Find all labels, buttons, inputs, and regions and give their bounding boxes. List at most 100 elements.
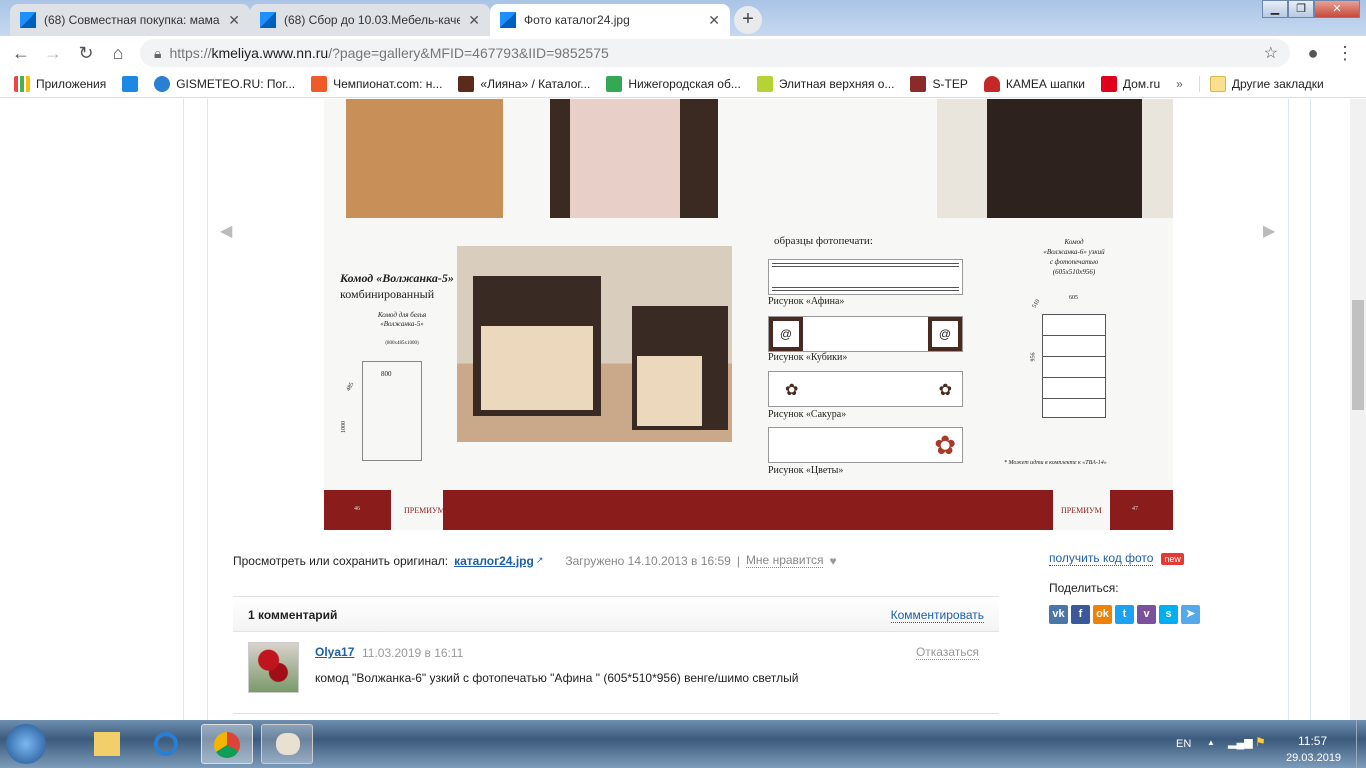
paint-taskbar-icon[interactable] <box>261 724 313 764</box>
bookmark-label: Дом.ru <box>1122 76 1161 91</box>
chrome-taskbar-icon[interactable] <box>201 724 253 764</box>
new-badge: new <box>1161 552 1184 565</box>
bookmark-star-icon[interactable]: ☆ <box>1264 43 1278 63</box>
site-icon <box>122 75 139 92</box>
comments-header: 1 комментарий Комментировать <box>233 596 999 632</box>
add-comment-link[interactable]: Комментировать <box>890 608 984 623</box>
next-photo-arrow-icon[interactable]: ▶ <box>1263 221 1275 241</box>
internet-explorer-taskbar-icon[interactable] <box>140 724 192 764</box>
action-center-flag-icon[interactable]: ⚑ <box>1255 735 1266 749</box>
red-footer-band <box>443 490 1053 530</box>
bookmark-domru[interactable]: Дом.ru <box>1100 75 1161 92</box>
bookmark-label: Чемпионат.com: н... <box>333 76 443 91</box>
maximize-button[interactable]: ❐ <box>1288 0 1314 18</box>
minimize-button[interactable]: ▁ <box>1262 0 1288 18</box>
dresser-photo-dark <box>937 99 1173 218</box>
brand-logo: ПРЕМИУМ <box>404 506 445 515</box>
product-subtitle: комбинированный <box>340 287 435 301</box>
clock-time[interactable]: 11:57 <box>1298 734 1327 748</box>
product-desc: Комод для белья <box>377 311 427 319</box>
upload-date: Загружено 14.10.2013 в 16:59 <box>565 553 731 568</box>
close-tab-icon[interactable]: ✕ <box>228 12 240 29</box>
external-link-icon: ↗ <box>535 555 544 565</box>
dim-label: 956 <box>1030 352 1037 362</box>
bookmark-nn-region[interactable]: Нижегородская об... <box>606 75 741 92</box>
prev-photo-arrow-icon[interactable]: ◀ <box>220 221 232 241</box>
browser-tab-strip: (68) Совместная покупка: мама ✕ (68) Сбор… <box>0 0 1366 36</box>
viber-share-icon[interactable]: v <box>1137 605 1156 624</box>
menu-icon[interactable]: ⋮ <box>1334 42 1356 64</box>
tab-2[interactable]: (68) Сбор до 10.03.Мебель-каче ✕ <box>250 4 490 36</box>
divider <box>183 99 184 720</box>
bookmark-step[interactable]: S-TEP <box>910 75 968 92</box>
bookmark-gismeteo[interactable]: GISMETEO.RU: Пог... <box>154 75 295 92</box>
show-desktop-button[interactable] <box>1356 720 1366 768</box>
facebook-share-icon[interactable]: f <box>1071 605 1090 624</box>
bookmark-championat[interactable]: Чемпионат.com: н... <box>311 75 443 92</box>
product-dims: (800x485x1000) <box>385 341 419 346</box>
bookmark-elite[interactable]: Элитная верхняя о... <box>756 75 895 92</box>
drop-icon <box>154 75 171 92</box>
reload-icon[interactable]: ↻ <box>75 42 97 64</box>
original-file-link[interactable]: каталог24.jpg <box>454 554 534 568</box>
close-tab-icon[interactable]: ✕ <box>708 12 720 29</box>
skype-share-icon[interactable]: s <box>1159 605 1178 624</box>
twitter-share-icon[interactable]: t <box>1115 605 1134 624</box>
divider <box>1310 99 1311 720</box>
brand-logo: ПРЕМИУМ <box>1061 506 1102 515</box>
comment-text: комод "Волжанка-6" узкий с фотопечатью "… <box>315 671 799 685</box>
other-bookmarks[interactable]: Другие закладки <box>1198 75 1324 92</box>
forward-icon[interactable]: → <box>42 42 64 64</box>
get-photo-code-link[interactable]: получить код фото <box>1049 551 1154 566</box>
narrow-dresser-title: Комод «Волжанка-6» узкий с фотопечатью (… <box>1014 237 1134 277</box>
like-button[interactable]: Мне нравится <box>745 553 824 568</box>
sample-afina <box>768 259 963 295</box>
show-hidden-icons[interactable]: ▲ <box>1207 738 1215 747</box>
tab-title: Фото каталог24.jpg <box>524 13 630 27</box>
bookmark-label: Приложения <box>36 76 107 91</box>
bookmark-label: КАМЕА шапки <box>1005 76 1085 91</box>
profile-icon[interactable]: ● <box>1302 42 1324 64</box>
folder-icon <box>1209 75 1226 92</box>
divider <box>1288 99 1289 720</box>
volzhanka-5-photo <box>457 246 732 442</box>
tab-1[interactable]: (68) Совместная покупка: мама ✕ <box>10 4 250 36</box>
scrollbar-thumb[interactable] <box>1352 300 1364 410</box>
odnoklassniki-share-icon[interactable]: ok <box>1093 605 1112 624</box>
catalog-photo[interactable]: Комод «Волжанка-5» комбинированный Комод… <box>324 99 1173 530</box>
tab-3-active[interactable]: Фото каталог24.jpg ✕ <box>490 4 730 36</box>
s-logo-icon <box>910 75 927 92</box>
bookmark-label: «Лияна» / Каталог... <box>480 76 591 91</box>
title-line: Комод <box>1064 238 1084 246</box>
new-tab-button[interactable]: + <box>734 6 762 34</box>
url-scheme: https:// <box>169 45 212 61</box>
commenter-avatar[interactable] <box>248 642 299 693</box>
clock-date[interactable]: 29.03.2019 <box>1286 752 1341 764</box>
comment-author-link[interactable]: Olya17 <box>315 645 354 659</box>
start-button[interactable] <box>6 724 46 764</box>
vk-share-icon[interactable]: vk <box>1049 605 1068 624</box>
close-tab-icon[interactable]: ✕ <box>468 12 480 29</box>
comment-date: 11.03.2019 в 16:11 <box>362 646 464 660</box>
comment-item: Olya17 11.03.2019 в 16:11 Отказаться ком… <box>233 632 999 714</box>
back-icon[interactable]: ← <box>10 42 32 64</box>
telegram-share-icon[interactable]: ➤ <box>1181 605 1200 624</box>
bookmark-liyana[interactable]: «Лияна» / Каталог... <box>458 75 591 92</box>
network-signal-icon[interactable]: ▂▄▆ <box>1228 736 1253 749</box>
page-footer-left: 46 <box>324 490 391 530</box>
sample-kubiki: @ @ <box>768 316 963 352</box>
site-favicon-icon <box>260 12 276 28</box>
close-window-button[interactable]: ✕ <box>1314 0 1360 18</box>
language-indicator[interactable]: EN <box>1176 738 1191 750</box>
explorer-taskbar-icon[interactable] <box>80 724 132 764</box>
address-bar[interactable]: 🔒︎ https://kmeliya.www.nn.ru/?page=galle… <box>140 39 1290 67</box>
dim-label: 485 <box>345 381 356 393</box>
home-icon[interactable]: ⌂ <box>107 42 129 64</box>
bookmark-item[interactable] <box>122 75 139 92</box>
heart-icon[interactable]: ♥ <box>829 554 836 568</box>
bookmark-kamea[interactable]: КАМЕА шапки <box>983 75 1085 92</box>
unsubscribe-link[interactable]: Отказаться <box>915 645 979 660</box>
bookmark-apps[interactable]: Приложения <box>14 75 107 92</box>
more-bookmarks-button[interactable]: » <box>1176 77 1183 91</box>
bookmark-label: Элитная верхняя о... <box>778 76 895 91</box>
